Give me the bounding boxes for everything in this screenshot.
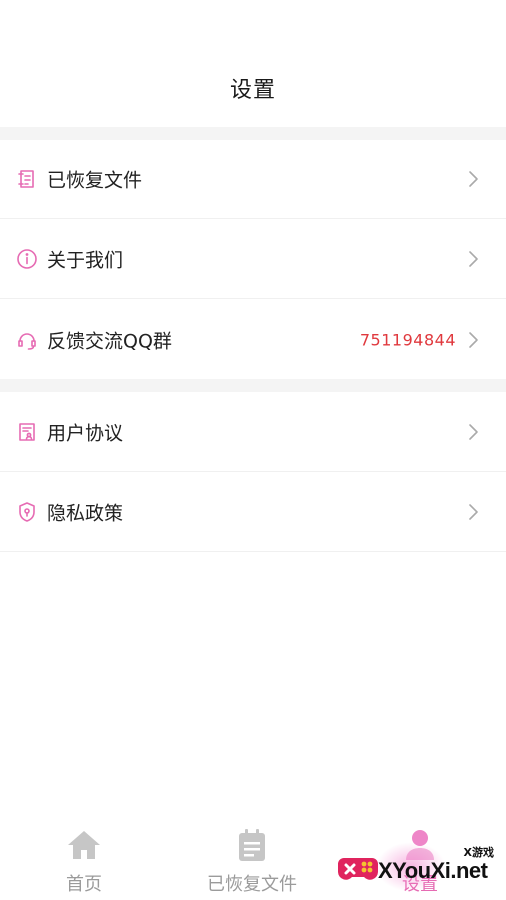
- watermark-text: XYouXi.net: [378, 858, 488, 883]
- menu-item-label: 关于我们: [47, 249, 124, 272]
- page-header: 设置: [0, 0, 506, 127]
- menu-item-recovered-files[interactable]: 已恢复文件: [0, 140, 506, 219]
- chevron-right-icon: [467, 331, 479, 349]
- tab-recovered-files[interactable]: 已恢复文件: [168, 820, 336, 900]
- headset-icon: [16, 329, 38, 351]
- qq-group-number: 751194844: [359, 330, 456, 349]
- menu-item-qq-group[interactable]: 反馈交流QQ群 751194844: [0, 300, 506, 379]
- chevron-right-icon: [467, 250, 479, 268]
- menu-item-label: 隐私政策: [47, 502, 124, 525]
- calendar-file-icon: [234, 828, 270, 862]
- tab-label: 首页: [66, 874, 102, 895]
- info-circle-icon: [16, 248, 38, 270]
- menu-item-privacy-policy[interactable]: 隐私政策: [0, 473, 506, 552]
- chevron-right-icon: [467, 423, 479, 441]
- tab-home[interactable]: 首页: [0, 820, 168, 900]
- home-icon: [66, 828, 102, 862]
- user-agreement-icon: [16, 421, 38, 443]
- menu-item-label: 用户协议: [47, 422, 124, 445]
- menu-item-user-agreement[interactable]: 用户协议: [0, 393, 506, 472]
- menu-item-about-us[interactable]: 关于我们: [0, 220, 506, 299]
- gamepad-logo-icon: [336, 848, 380, 892]
- chevron-right-icon: [467, 503, 479, 521]
- menu-item-label: 反馈交流QQ群: [47, 330, 172, 352]
- chevron-right-icon: [467, 170, 479, 188]
- section-divider: [0, 379, 506, 392]
- privacy-shield-icon: [16, 501, 38, 523]
- section-divider: [0, 127, 506, 140]
- watermark: X游戏 XYouXi.net: [336, 842, 504, 898]
- page-title: 设置: [229, 78, 276, 103]
- tab-label: 已恢复文件: [207, 874, 297, 895]
- menu-item-label: 已恢复文件: [47, 169, 143, 192]
- document-list-icon: [16, 168, 38, 190]
